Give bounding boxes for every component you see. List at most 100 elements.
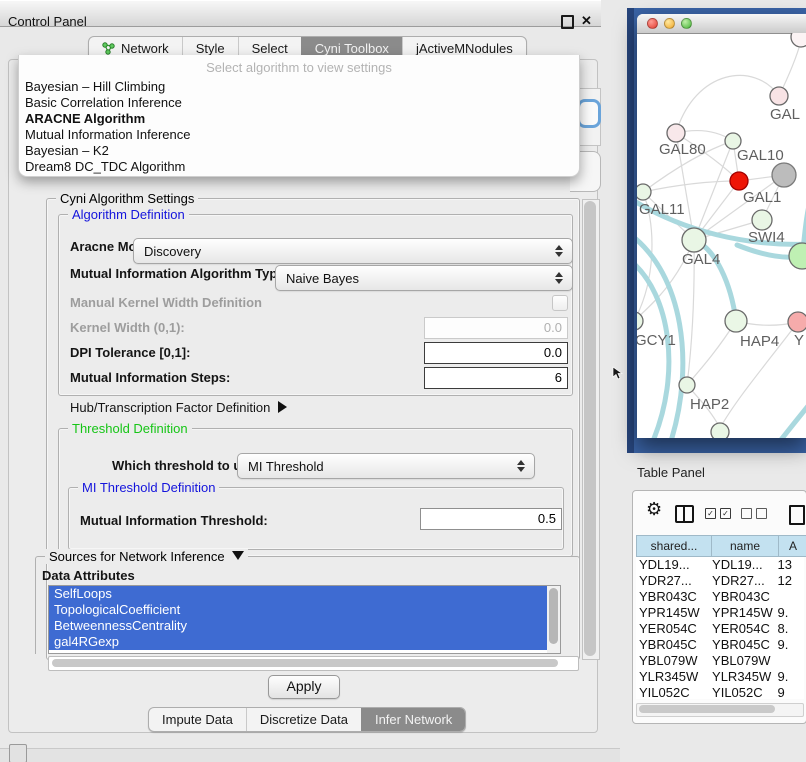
- network-node-top-partial[interactable]: [791, 33, 806, 47]
- network-node-gal11[interactable]: [637, 184, 651, 200]
- network-window-titlebar[interactable]: [637, 14, 806, 34]
- table-row[interactable]: YPR145WYPR145W9.: [636, 605, 804, 621]
- tab-style-label: Style: [196, 41, 225, 56]
- zoom-traffic-light[interactable]: [681, 18, 692, 29]
- sources-group-toggle[interactable]: Sources for Network Inference: [45, 549, 248, 564]
- network-node-label-gal4: GAL4: [682, 251, 720, 268]
- checked-pair-icon[interactable]: ✓✓: [705, 508, 731, 519]
- manual-kernel-width-label: Manual Kernel Width Definition: [70, 295, 262, 310]
- network-node-gcy1[interactable]: [637, 312, 643, 330]
- table-cell: YBR043C: [709, 589, 774, 605]
- gear-icon[interactable]: ⚙: [646, 500, 662, 518]
- column-header-a[interactable]: A: [779, 535, 806, 557]
- network-node-hap4[interactable]: [725, 310, 747, 332]
- algorithm-dropdown-placeholder: Select algorithm to view settings: [19, 60, 579, 75]
- bottom-tab-impute-data-label: Impute Data: [162, 712, 233, 727]
- network-edge: [687, 321, 736, 385]
- close-traffic-light[interactable]: [647, 18, 658, 29]
- table-cell: 9.: [775, 637, 805, 653]
- network-node-gray-node[interactable]: [772, 163, 796, 187]
- apply-button[interactable]: Apply: [268, 675, 340, 699]
- table-cell: 13: [775, 557, 805, 573]
- algorithm-option-bayesian-k2[interactable]: Bayesian – K2: [25, 143, 565, 159]
- algorithm-definition-title: Algorithm Definition: [68, 207, 189, 222]
- algorithm-option-dream8-dc-tdc-algorithm[interactable]: Dream8 DC_TDC Algorithm: [25, 159, 565, 175]
- aracne-mode-value: Discovery: [134, 244, 550, 259]
- attribute-item-gal4rgexp[interactable]: gal4RGexp: [49, 634, 552, 650]
- network-canvas[interactable]: GALGAL80GAL10GAL1GAL11GAL4SWI4YGCY1HAP4H…: [637, 33, 806, 438]
- aracne-mode-combo[interactable]: Discovery: [133, 238, 573, 264]
- data-attributes-label: Data Attributes: [42, 568, 135, 583]
- network-node-red-node[interactable]: [730, 172, 748, 190]
- network-node-gal[interactable]: [770, 87, 788, 105]
- columns-icon[interactable]: [675, 505, 694, 523]
- attributes-scrollbar[interactable]: [547, 586, 560, 653]
- table-horizontal-scrollbar[interactable]: [636, 703, 804, 717]
- unchecked-pair-icon[interactable]: [741, 508, 767, 519]
- table-row[interactable]: YBR043CYBR043C: [636, 589, 804, 605]
- network-node-gal4[interactable]: [682, 228, 706, 252]
- table-row[interactable]: YDR27...YDR27...12: [636, 573, 804, 589]
- table-row[interactable]: YDL19...YDL19...13: [636, 557, 804, 573]
- minimize-traffic-light[interactable]: [664, 18, 675, 29]
- mi-algorithm-type-combo[interactable]: Naive Bayes: [275, 265, 573, 291]
- kernel-width-field[interactable]: 0.0: [424, 317, 568, 339]
- attribute-item-selfloops[interactable]: SelfLoops: [49, 586, 552, 602]
- mi-steps-field[interactable]: 6: [424, 367, 568, 389]
- manual-kernel-width-checkbox[interactable]: [552, 295, 568, 311]
- attribute-item-topologicalcoefficient[interactable]: TopologicalCoefficient: [49, 602, 552, 618]
- control-panel-titlebar: Control Panel ✕: [0, 0, 601, 27]
- network-node-swi4[interactable]: [789, 243, 806, 269]
- table-row[interactable]: YER054CYER054C8.: [636, 621, 804, 637]
- network-edge-thick: [637, 261, 669, 438]
- network-node-gal1[interactable]: [752, 210, 772, 230]
- algorithm-option-basic-correlation-inference[interactable]: Basic Correlation Inference: [25, 95, 565, 111]
- hub-definition-label: Hub/Transcription Factor Definition: [70, 400, 270, 415]
- table-row[interactable]: YLR345WYLR345W9.: [636, 669, 804, 685]
- float-window-icon[interactable]: [561, 15, 574, 29]
- column-header-shared[interactable]: shared...: [636, 535, 712, 557]
- network-node-hap2[interactable]: [679, 377, 695, 393]
- hub-definition-toggle[interactable]: Hub/Transcription Factor Definition: [70, 400, 287, 415]
- bottom-tab-discretize-data[interactable]: Discretize Data: [246, 708, 361, 731]
- table-cell: YBL079W: [636, 653, 709, 669]
- bottom-tab-infer-network[interactable]: Infer Network: [361, 708, 465, 731]
- table-cell: YIL052C: [636, 685, 709, 699]
- table-row[interactable]: YBL079WYBL079W: [636, 653, 804, 669]
- which-threshold-combo[interactable]: MI Threshold: [237, 453, 535, 479]
- table-row[interactable]: YBR045CYBR045C9.: [636, 637, 804, 653]
- kernel-width-label: Kernel Width (0,1):: [70, 320, 185, 335]
- network-node-label-hap2: HAP2: [690, 396, 729, 413]
- sources-group-title: Sources for Network Inference: [49, 549, 225, 564]
- mi-threshold-field[interactable]: 0.5: [420, 508, 562, 530]
- table-cell: [775, 653, 805, 669]
- network-node-label-gal: GAL: [770, 106, 800, 123]
- network-node-gal80[interactable]: [667, 124, 685, 142]
- table-cell: 9.: [775, 605, 805, 621]
- table-cell: YDL19...: [636, 557, 709, 573]
- collapse-down-icon: [232, 551, 244, 560]
- bottom-tab-impute-data[interactable]: Impute Data: [149, 708, 246, 731]
- settings-horizontal-scrollbar[interactable]: [48, 656, 579, 671]
- algorithm-option-mutual-information-inference[interactable]: Mutual Information Inference: [25, 127, 565, 143]
- data-attributes-list[interactable]: SelfLoopsTopologicalCoefficientBetweenne…: [48, 585, 561, 654]
- network-node-bottom-node[interactable]: [711, 423, 729, 438]
- settings-vertical-scrollbar[interactable]: [582, 199, 600, 660]
- close-icon[interactable]: ✕: [581, 13, 592, 29]
- algorithm-dropdown: Select algorithm to view settings Bayesi…: [18, 55, 580, 177]
- algorithm-option-aracne-algorithm[interactable]: ARACNE Algorithm: [25, 111, 565, 127]
- table-row[interactable]: YIL052CYIL052C9: [636, 685, 804, 699]
- focused-button-fragment[interactable]: [577, 99, 601, 128]
- table-cell: YPR145W: [636, 605, 709, 621]
- attribute-item-betweennesscentrality[interactable]: BetweennessCentrality: [49, 618, 552, 634]
- column-header-name[interactable]: name: [712, 535, 779, 557]
- network-node-y-node[interactable]: [788, 312, 806, 332]
- table-panel-title: Table Panel: [637, 465, 705, 480]
- network-node-label-gal11: GAL11: [639, 201, 685, 218]
- dpi-tolerance-field[interactable]: 0.0: [424, 342, 568, 364]
- algorithm-option-bayesian-hill-climbing[interactable]: Bayesian – Hill Climbing: [25, 79, 565, 95]
- combo-arrows-icon: [550, 272, 572, 284]
- table-cell: YLR345W: [709, 669, 774, 685]
- panel-corner-button[interactable]: [9, 744, 27, 762]
- document-icon[interactable]: [789, 505, 805, 525]
